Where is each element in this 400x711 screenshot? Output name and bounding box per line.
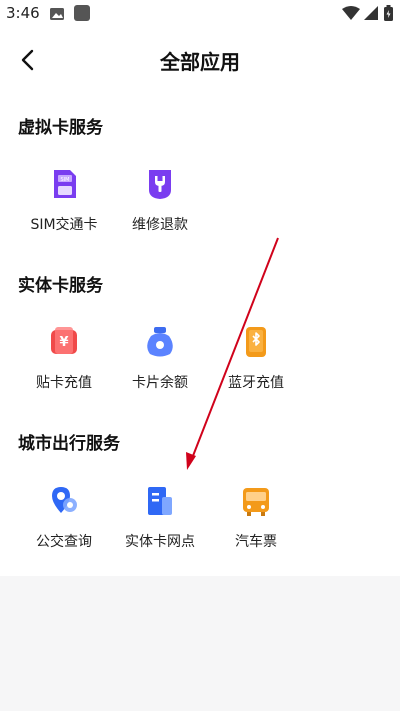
app-label: 维修退款 — [132, 217, 188, 233]
sim-card-icon: SIM — [54, 170, 76, 198]
status-time: 3:46 — [6, 4, 40, 22]
section-title-city-travel: 城市出行服务 — [18, 434, 120, 454]
building-icon — [148, 487, 172, 515]
battery-icon — [384, 5, 393, 21]
app-bus-query[interactable]: 公交查询 — [14, 483, 114, 551]
map-pin-search-icon — [52, 487, 77, 513]
app-bus-tickets[interactable]: 汽车票 — [206, 483, 306, 551]
money-bag-icon — [147, 327, 173, 357]
app-label: 贴卡充值 — [36, 375, 92, 391]
app-bluetooth-recharge[interactable]: 蓝牙充值 — [206, 324, 306, 392]
app-label: 公交查询 — [36, 534, 92, 550]
app-label: 实体卡网点 — [125, 534, 195, 550]
wifi-icon — [342, 6, 360, 20]
app-sim-transit-card[interactable]: SIM SIM交通卡 — [14, 166, 114, 234]
cellular-signal-icon — [364, 6, 378, 20]
app-header: 全部应用 — [0, 28, 400, 92]
app-label: SIM交通卡 — [30, 217, 98, 233]
section-title-virtual-card: 虚拟卡服务 — [18, 118, 103, 138]
bluetooth-card-icon — [246, 327, 266, 357]
bus-icon — [243, 488, 269, 516]
all-apps-content: 虚拟卡服务 SIM SIM交通卡 维修退款 实体卡服务 ¥ 贴卡充值 卡片余额 … — [0, 92, 400, 576]
app-repair-refund[interactable]: 维修退款 — [110, 166, 210, 234]
app-notification-icon — [74, 5, 90, 21]
app-card-balance[interactable]: 卡片余额 — [110, 324, 210, 392]
page-title: 全部应用 — [160, 50, 240, 74]
status-bar: 3:46 — [0, 0, 400, 28]
app-physical-card-outlets[interactable]: 实体卡网点 — [110, 483, 210, 551]
app-label: 汽车票 — [235, 534, 277, 550]
yuan-card-icon: ¥ — [51, 327, 77, 354]
app-card-recharge[interactable]: ¥ 贴卡充值 — [14, 324, 114, 392]
app-label: 蓝牙充值 — [228, 375, 284, 391]
app-label: 卡片余额 — [132, 375, 188, 391]
gallery-notification-icon — [50, 8, 64, 20]
section-title-physical-card: 实体卡服务 — [18, 276, 103, 296]
svg-text:¥: ¥ — [59, 335, 68, 350]
svg-text:SIM: SIM — [61, 177, 70, 183]
repair-wrench-icon — [149, 170, 171, 199]
